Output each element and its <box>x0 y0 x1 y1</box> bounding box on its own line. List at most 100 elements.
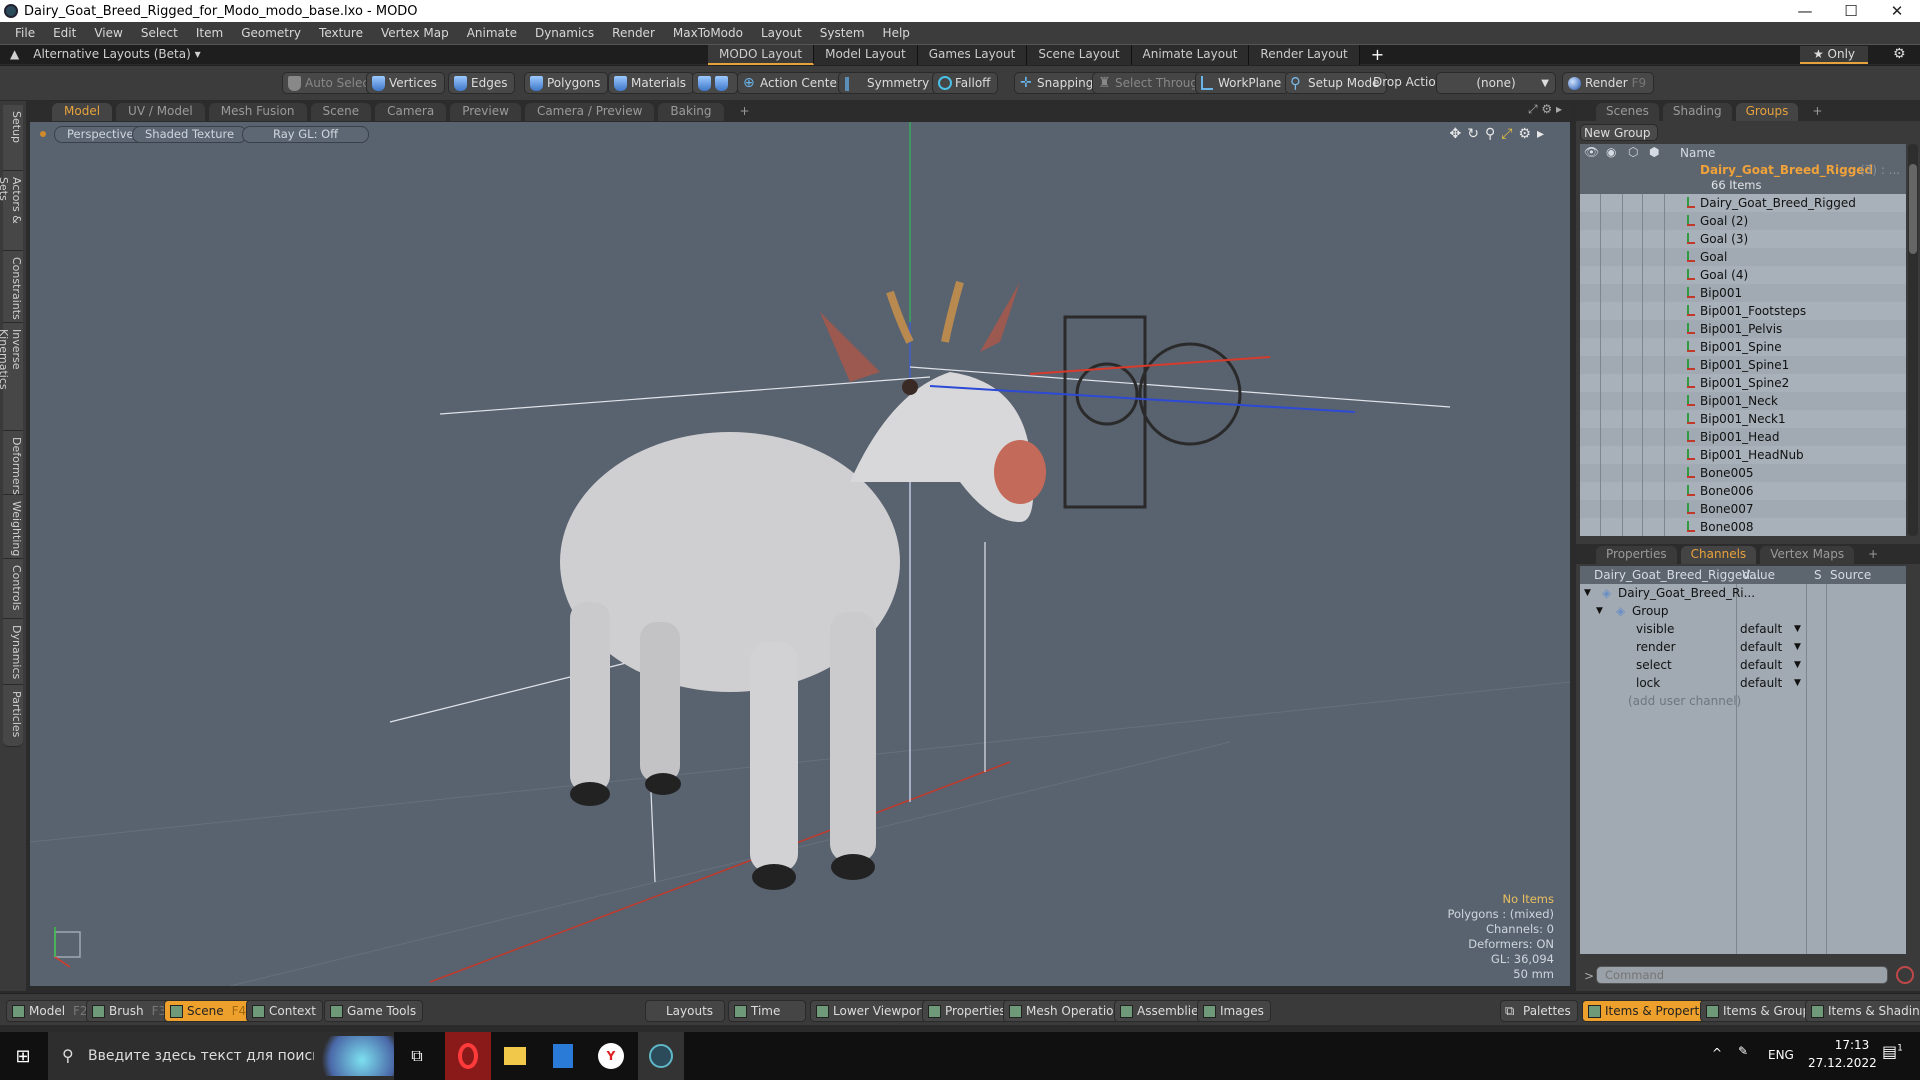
layout-tab-modo[interactable]: MODO Layout <box>708 45 815 65</box>
menu-maxtomodo[interactable]: MaxToModo <box>664 26 752 40</box>
render-button[interactable]: Render F9 <box>1562 72 1655 94</box>
close-button[interactable]: ✕ <box>1874 0 1920 22</box>
channel-value-select[interactable]: default <box>1740 674 1782 692</box>
layouts-button[interactable]: Layouts <box>645 1000 725 1022</box>
vp-tab-mesh-fusion[interactable]: Mesh Fusion <box>208 103 307 121</box>
channel-root-row[interactable]: ▼ ◈ Dairy_Goat_Breed_Ri... <box>1580 584 1906 602</box>
group-item-row[interactable]: Bip001_Spine2 <box>1580 374 1906 392</box>
opera-app-icon[interactable] <box>445 1032 491 1080</box>
vertices-button[interactable]: Vertices <box>366 72 445 94</box>
layout-tab-render[interactable]: Render Layout <box>1249 45 1360 65</box>
menu-render[interactable]: Render <box>603 26 664 40</box>
chevron-down-icon[interactable]: ▼ <box>1794 656 1801 674</box>
drop-action-select[interactable]: (none) ▼ <box>1436 72 1556 94</box>
side-tab-weighting[interactable]: Weighting <box>3 495 23 559</box>
layout-tab-animate[interactable]: Animate Layout <box>1131 45 1250 65</box>
symmetry-button[interactable]: Symmetry <box>838 72 938 94</box>
properties-button[interactable]: Properties <box>922 1000 1013 1022</box>
add-tab-button[interactable]: + <box>1802 103 1832 121</box>
menu-animate[interactable]: Animate <box>458 26 526 40</box>
add-user-channel-row[interactable]: (add user channel) <box>1580 692 1906 710</box>
side-tab-inverse-kinematics[interactable]: Inverse Kinematics <box>0 323 23 431</box>
media-app-icon[interactable] <box>540 1032 586 1080</box>
add-tab-button-2[interactable]: + <box>1858 546 1888 564</box>
clock-time[interactable]: 17:13 <box>1822 1038 1882 1052</box>
side-tab-controls[interactable]: Controls <box>3 559 23 619</box>
workplane-button[interactable]: WorkPlane <box>1195 72 1290 94</box>
channel-value-select[interactable]: default <box>1740 620 1782 638</box>
menu-file[interactable]: File <box>6 26 44 40</box>
edges-button[interactable]: Edges <box>448 72 516 94</box>
scene-workspace-button[interactable]: Scene F4 <box>164 1000 254 1022</box>
modo-app-icon[interactable] <box>638 1032 684 1080</box>
channel-row[interactable]: lock default ▼ <box>1580 674 1906 692</box>
model-workspace-button[interactable]: Model F2 <box>6 1000 95 1022</box>
notifications-icon[interactable]: ▤1 <box>1882 1042 1903 1061</box>
lock-col-icon[interactable]: ⬢ <box>1649 145 1659 159</box>
menu-select[interactable]: Select <box>132 26 187 40</box>
lower-viewports-button[interactable]: Lower Viewports <box>810 1000 940 1022</box>
group-item-row[interactable]: Bip001_Neck1 <box>1580 410 1906 428</box>
side-tab-constraints[interactable]: Constraints <box>3 251 23 323</box>
menu-item[interactable]: Item <box>187 26 232 40</box>
group-item-row[interactable]: Bone007 <box>1580 500 1906 518</box>
symmetry-select-toggles[interactable] <box>692 72 738 94</box>
tab-shading[interactable]: Shading <box>1662 103 1732 121</box>
new-group-button[interactable]: New Group <box>1580 124 1658 141</box>
tab-scenes[interactable]: Scenes <box>1596 103 1659 121</box>
group-item-row[interactable]: Bip001 <box>1580 284 1906 302</box>
action-center-button[interactable]: ⊕ Action Center <box>737 72 850 94</box>
group-item-row[interactable]: Bip001_Spine1 <box>1580 356 1906 374</box>
layout-tab-scene[interactable]: Scene Layout <box>1027 45 1132 65</box>
minimize-button[interactable]: — <box>1782 0 1828 22</box>
file-explorer-icon[interactable] <box>492 1032 538 1080</box>
group-item-row[interactable]: Bone005 <box>1580 464 1906 482</box>
group-row[interactable]: Dairy_Goat_Breed_Rigged (3) : ... 66 Ite… <box>1580 162 1906 194</box>
vp-tab-scene[interactable]: Scene <box>310 103 372 121</box>
context-button[interactable]: Context <box>246 1000 324 1022</box>
chevron-down-icon[interactable]: ▼ <box>1794 620 1801 638</box>
game-tools-button[interactable]: Game Tools <box>324 1000 424 1022</box>
3d-viewport[interactable]: Perspective Shaded Texture Ray GL: Off ✥… <box>30 122 1570 986</box>
falloff-button[interactable]: Falloff <box>932 72 999 94</box>
select-col-icon[interactable]: ⬡ <box>1628 145 1638 159</box>
chevron-down-icon[interactable]: ▼ <box>1794 638 1801 656</box>
channel-group-row[interactable]: ▼ ◈ Group <box>1580 602 1906 620</box>
channel-value-select[interactable]: default <box>1740 638 1782 656</box>
images-button[interactable]: Images <box>1197 1000 1271 1022</box>
clock-date[interactable]: 27.12.2022 <box>1808 1056 1877 1070</box>
yandex-browser-icon[interactable]: Y <box>588 1032 634 1080</box>
menu-layout[interactable]: Layout <box>752 26 811 40</box>
tray-expand-icon[interactable]: ^ <box>1712 1046 1722 1060</box>
layout-tab-model[interactable]: Model Layout <box>814 45 918 65</box>
vp-tab-model[interactable]: Model <box>52 103 113 121</box>
record-macro-button[interactable] <box>1896 966 1914 984</box>
command-input[interactable] <box>1596 966 1888 984</box>
menu-help[interactable]: Help <box>874 26 919 40</box>
snapping-button[interactable]: ✛ Snapping <box>1014 72 1102 94</box>
menu-vertex-map[interactable]: Vertex Map <box>372 26 458 40</box>
taskbar-search[interactable]: ⚲ Введите здесь текст для поиска <box>48 1032 394 1080</box>
group-item-row[interactable]: Bip001_Neck <box>1580 392 1906 410</box>
task-view-icon[interactable]: ⧉ <box>394 1032 440 1080</box>
tab-vertex-maps[interactable]: Vertex Maps <box>1760 546 1855 564</box>
group-item-row[interactable]: Bone006 <box>1580 482 1906 500</box>
polygons-button[interactable]: Polygons <box>524 72 609 94</box>
vp-tab-camera[interactable]: Camera <box>375 103 447 121</box>
menu-texture[interactable]: Texture <box>310 26 372 40</box>
render-col-icon[interactable]: ◉ <box>1606 145 1616 159</box>
group-item-row[interactable]: Bip001_HeadNub <box>1580 446 1906 464</box>
expand-arrow-icon[interactable]: ▼ <box>1596 602 1603 620</box>
menu-system[interactable]: System <box>811 26 874 40</box>
materials-button[interactable]: Materials <box>608 72 695 94</box>
group-item-row[interactable]: Goal (3) <box>1580 230 1906 248</box>
language-indicator[interactable]: ENG <box>1768 1048 1794 1062</box>
visibility-col-icon[interactable]: 👁 <box>1584 145 1599 159</box>
windows-start-icon[interactable]: ⊞ <box>0 1032 46 1080</box>
viewport-expand-gear-icon[interactable]: ⤢ ⚙ ▸ <box>1528 102 1562 117</box>
group-item-row[interactable]: Bip001_Footsteps <box>1580 302 1906 320</box>
scrollbar-thumb[interactable] <box>1909 164 1917 254</box>
items-shading-button[interactable]: Items & Shading <box>1805 1000 1920 1022</box>
group-item-row[interactable]: Goal <box>1580 248 1906 266</box>
vp-tab-preview[interactable]: Preview <box>450 103 521 121</box>
